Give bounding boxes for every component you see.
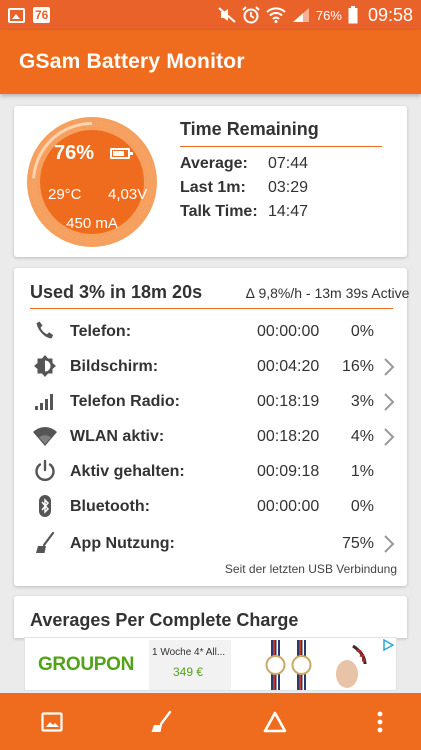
usage-row-percent: 16% <box>341 358 374 375</box>
usage-row-percent: 4% <box>350 428 374 445</box>
gauge-percent: 76% <box>54 142 95 164</box>
usage-row-name: WLAN aktiv: <box>70 428 165 445</box>
bottom-nav <box>0 693 421 750</box>
usage-row-name: Telefon Radio: <box>70 393 180 410</box>
time-remaining-label: Last 1m: <box>180 179 246 196</box>
usage-row-bildschirm[interactable]: Bildschirm: 00:04:20 16% <box>14 349 407 383</box>
gauge-current: 450 mA <box>66 215 118 232</box>
battery-icon <box>348 6 358 24</box>
mute-icon <box>218 7 236 23</box>
signal-bars-icon <box>32 389 58 413</box>
ad-deal-text: 1 Woche 4* All... <box>152 647 226 658</box>
wifi-icon <box>266 7 286 23</box>
usage-row-telefon-radio[interactable]: Telefon Radio: 00:18:19 3% <box>14 384 407 418</box>
gallery-icon[interactable] <box>40 710 64 734</box>
usage-row-percent: 1% <box>350 463 374 480</box>
usage-rate: ∆ 9,8%/h - 13m 39s Active <box>246 285 410 301</box>
broom-icon[interactable] <box>149 710 173 734</box>
usage-row-aktiv-gehalten[interactable]: Aktiv gehalten: 00:09:18 1% <box>14 454 407 488</box>
phone-icon <box>32 319 58 343</box>
time-remaining-value: 14:47 <box>268 203 309 220</box>
usage-row-percent: 0% <box>350 323 374 340</box>
power-icon <box>32 459 58 483</box>
chevron-right-icon <box>384 535 395 553</box>
broom-icon <box>32 531 58 555</box>
watch-product-image[interactable] <box>257 640 319 690</box>
chevron-right-icon <box>384 358 395 376</box>
ad-banner[interactable]: GROUPON 1 Woche 4* All... 349 € <box>24 637 397 691</box>
usage-row-name: Bildschirm: <box>70 358 159 375</box>
averages-card[interactable]: Averages Per Complete Charge <box>14 596 407 638</box>
adchoices-icon[interactable] <box>382 639 394 651</box>
usage-row-name: App Nutzung: <box>70 535 175 552</box>
ad-deal[interactable]: 1 Woche 4* All... 349 € <box>149 640 231 690</box>
time-remaining-label: Talk Time: <box>180 203 258 220</box>
bluetooth-icon <box>32 494 58 518</box>
gauge-voltage: 4,03V <box>108 186 148 203</box>
bracelet-product-image[interactable] <box>323 640 385 690</box>
usage-row-time: 00:18:19 <box>257 393 320 410</box>
brightness-icon <box>32 354 58 378</box>
usage-row-app-nutzung[interactable]: App Nutzung: 75% <box>14 526 407 560</box>
gallery-notification-icon <box>8 7 25 23</box>
usage-row-name: Telefon: <box>70 323 132 340</box>
usage-footnote: Seit der letzten USB Verbindung <box>224 562 397 576</box>
usage-row-time: 00:00:00 <box>257 498 320 515</box>
status-battery-percent: 76% <box>315 7 342 23</box>
averages-title: Averages Per Complete Charge <box>30 610 299 630</box>
usage-row-percent: 0% <box>350 498 374 515</box>
chevron-right-icon <box>384 428 395 446</box>
usage-card: Used 3% in 18m 20s ∆ 9,8%/h - 13m 39s Ac… <box>14 268 410 586</box>
time-remaining-value: 03:29 <box>268 179 309 196</box>
usage-row-percent: 75% <box>341 535 374 552</box>
gauge-temperature: 29°C <box>48 186 82 203</box>
status-time: 09:58 <box>367 4 413 25</box>
usage-divider <box>30 308 393 309</box>
notification-badge: 76 <box>33 7 51 23</box>
battery-icon <box>110 148 133 159</box>
wifi-icon <box>32 424 58 448</box>
status-bar: 76 76% 09:58 <box>0 0 421 30</box>
gauge-text: 76% 29°C 4,03V 450 mA <box>26 116 158 248</box>
usage-row-name: Aktiv gehalten: <box>70 463 185 480</box>
usage-row-wlan[interactable]: WLAN aktiv: 00:18:20 4% <box>14 419 407 453</box>
usage-row-telefon[interactable]: Telefon: 00:00:00 0% <box>14 314 407 348</box>
app-title: GSam Battery Monitor <box>19 50 245 73</box>
time-remaining-divider <box>180 146 382 147</box>
chevron-right-icon <box>384 393 395 411</box>
usage-row-time: 00:04:20 <box>257 358 320 375</box>
alarm-icon <box>242 6 260 24</box>
app-bar: GSam Battery Monitor <box>0 30 421 94</box>
more-vert-icon[interactable] <box>368 710 392 734</box>
usage-row-time: 00:09:18 <box>257 463 320 480</box>
usage-row-percent: 3% <box>350 393 374 410</box>
groupon-logo[interactable]: GROUPON <box>25 638 147 692</box>
ad-price: 349 € <box>173 665 204 679</box>
usage-row-name: Bluetooth: <box>70 498 150 515</box>
time-remaining-value: 07:44 <box>268 155 309 172</box>
signal-icon <box>292 8 309 22</box>
usage-row-time: 00:00:00 <box>257 323 320 340</box>
usage-row-bluetooth[interactable]: Bluetooth: 00:00:00 0% <box>14 489 407 523</box>
delta-icon[interactable] <box>263 710 287 734</box>
usage-title: Used 3% in 18m 20s <box>30 282 203 302</box>
time-remaining-label: Average: <box>180 155 248 172</box>
usage-row-time: 00:18:20 <box>257 428 320 445</box>
time-remaining-title: Time Remaining <box>180 119 319 139</box>
